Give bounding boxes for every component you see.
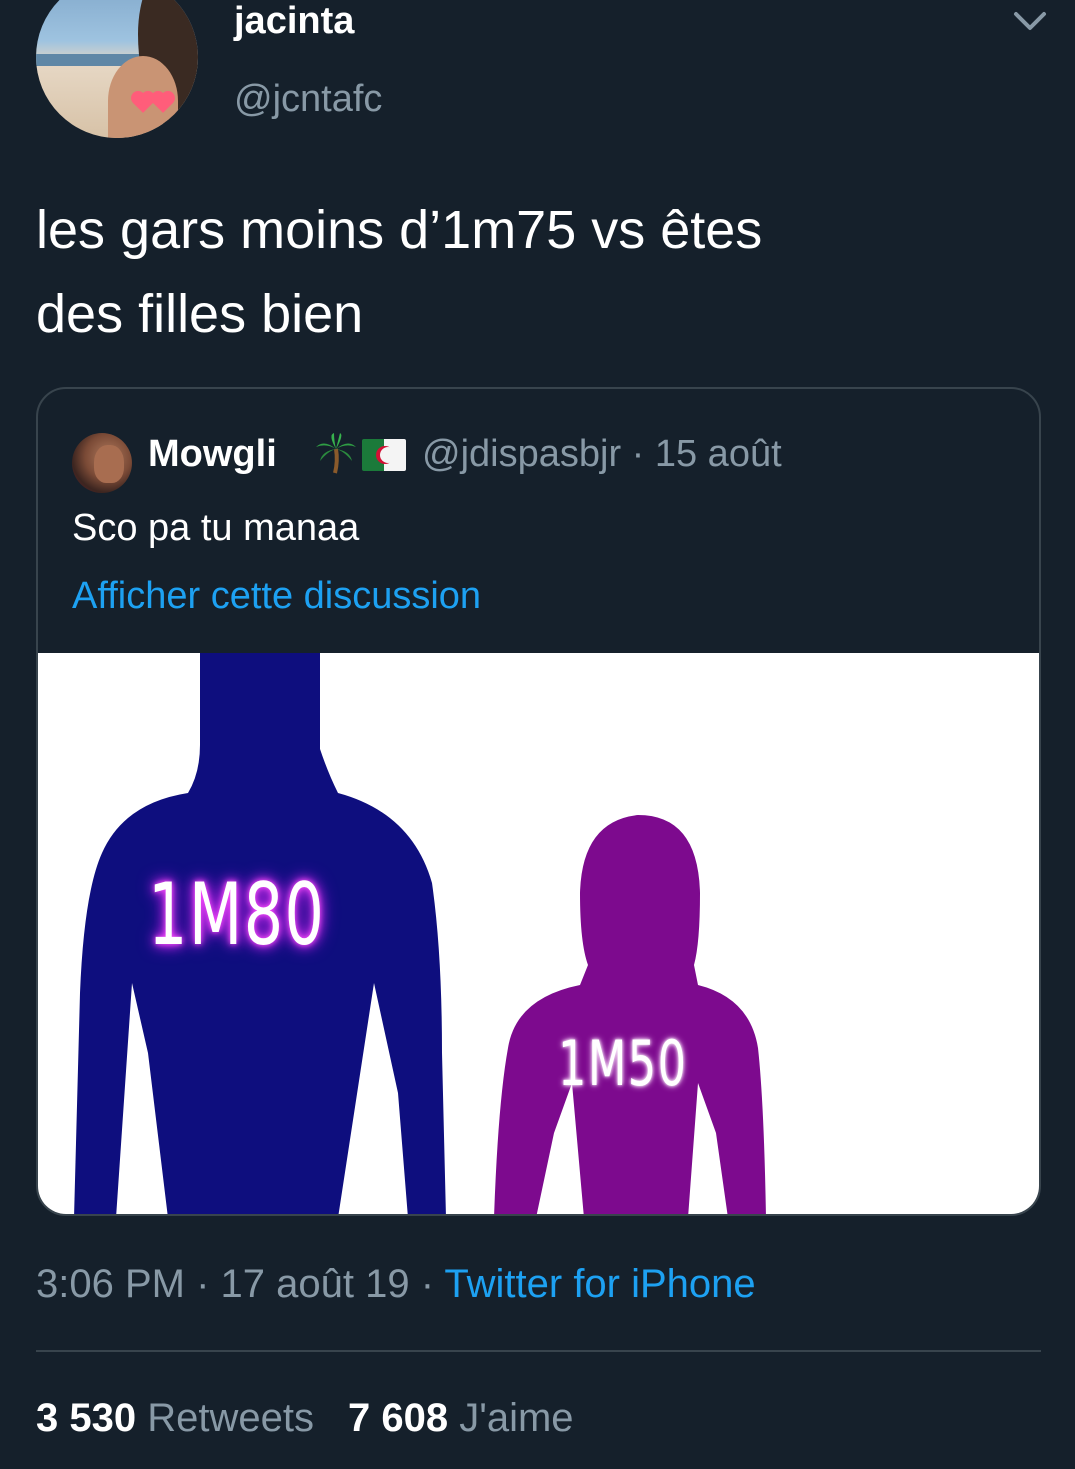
tweet-text: les gars moins d’1m75 vs êtes des filles… [36, 188, 1036, 356]
quoted-tweet-text: Sco pa tu manaa [72, 507, 360, 549]
retweets-count[interactable]: 3 530 [36, 1396, 136, 1440]
quoted-tweet-image[interactable]: 1M80 1M50 [38, 653, 1039, 1214]
tweet-text-line: les gars moins d’1m75 vs êtes [36, 200, 763, 260]
quoted-handle-date[interactable]: @jdispasbjr · 15 août [422, 433, 782, 476]
tweet-source-link[interactable]: Twitter for iPhone [444, 1262, 755, 1306]
tweet-text-line: des filles bien [36, 284, 364, 344]
retweets-label[interactable]: Retweets [147, 1396, 314, 1440]
quoted-author-avatar[interactable] [72, 433, 132, 493]
tweet-time[interactable]: 3:06 PM [36, 1262, 185, 1306]
tweet-date[interactable]: 17 août 19 [221, 1262, 410, 1306]
short-silhouette [494, 815, 766, 1214]
meta-separator: · [184, 1262, 221, 1306]
chevron-down-icon[interactable] [1008, 6, 1052, 36]
tweet-detail: jacinta @jcntafc les gars moins d’1m75 v… [0, 0, 1075, 1469]
tweet-stats: 3 530 Retweets 7 608 J'aime [36, 1396, 574, 1441]
tall-height-label: 1M80 [148, 865, 326, 965]
quoted-tweet[interactable]: Mowgli @jdispasbjr · 15 août Sco pa tu m… [36, 387, 1041, 1216]
tweet-meta: 3:06 PM · 17 août 19 · Twitter for iPhon… [36, 1262, 756, 1307]
palm-tree-icon [316, 433, 356, 474]
show-thread-link[interactable]: Afficher cette discussion [72, 575, 481, 618]
author-display-name[interactable]: jacinta [234, 0, 354, 43]
meta-separator: · [409, 1262, 445, 1306]
author-avatar[interactable] [36, 0, 198, 138]
likes-label[interactable]: J'aime [459, 1396, 573, 1440]
short-height-label: 1M50 [558, 1027, 688, 1100]
algeria-flag-icon [362, 439, 406, 471]
author-handle[interactable]: @jcntafc [234, 78, 382, 121]
likes-count[interactable]: 7 608 [348, 1396, 448, 1440]
quoted-author-name[interactable]: Mowgli [148, 433, 277, 476]
avatar-face [94, 445, 124, 483]
divider [36, 1350, 1041, 1352]
